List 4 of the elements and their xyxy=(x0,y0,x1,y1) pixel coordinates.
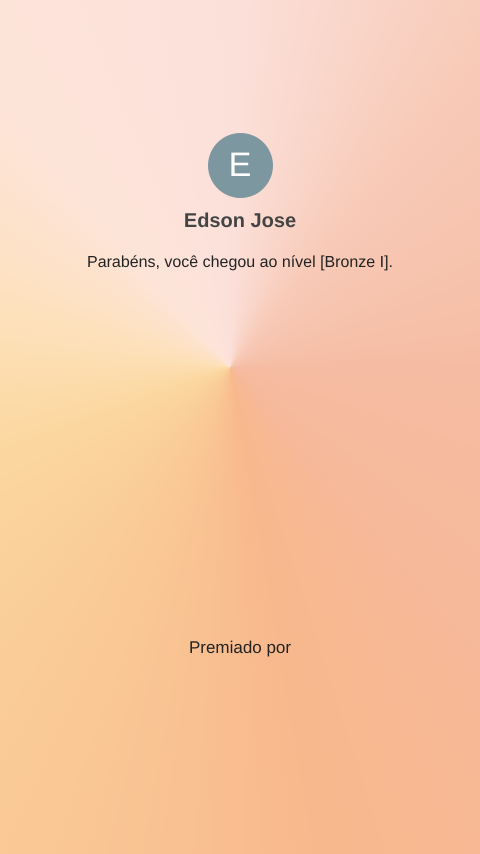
avatar: E xyxy=(208,133,272,198)
user-name: Edson Jose xyxy=(184,210,296,233)
awarded-by-label: Premiado por xyxy=(188,638,292,658)
congratulation-message: Parabéns, você chegou ao nível [Bronze I]. xyxy=(87,254,393,272)
